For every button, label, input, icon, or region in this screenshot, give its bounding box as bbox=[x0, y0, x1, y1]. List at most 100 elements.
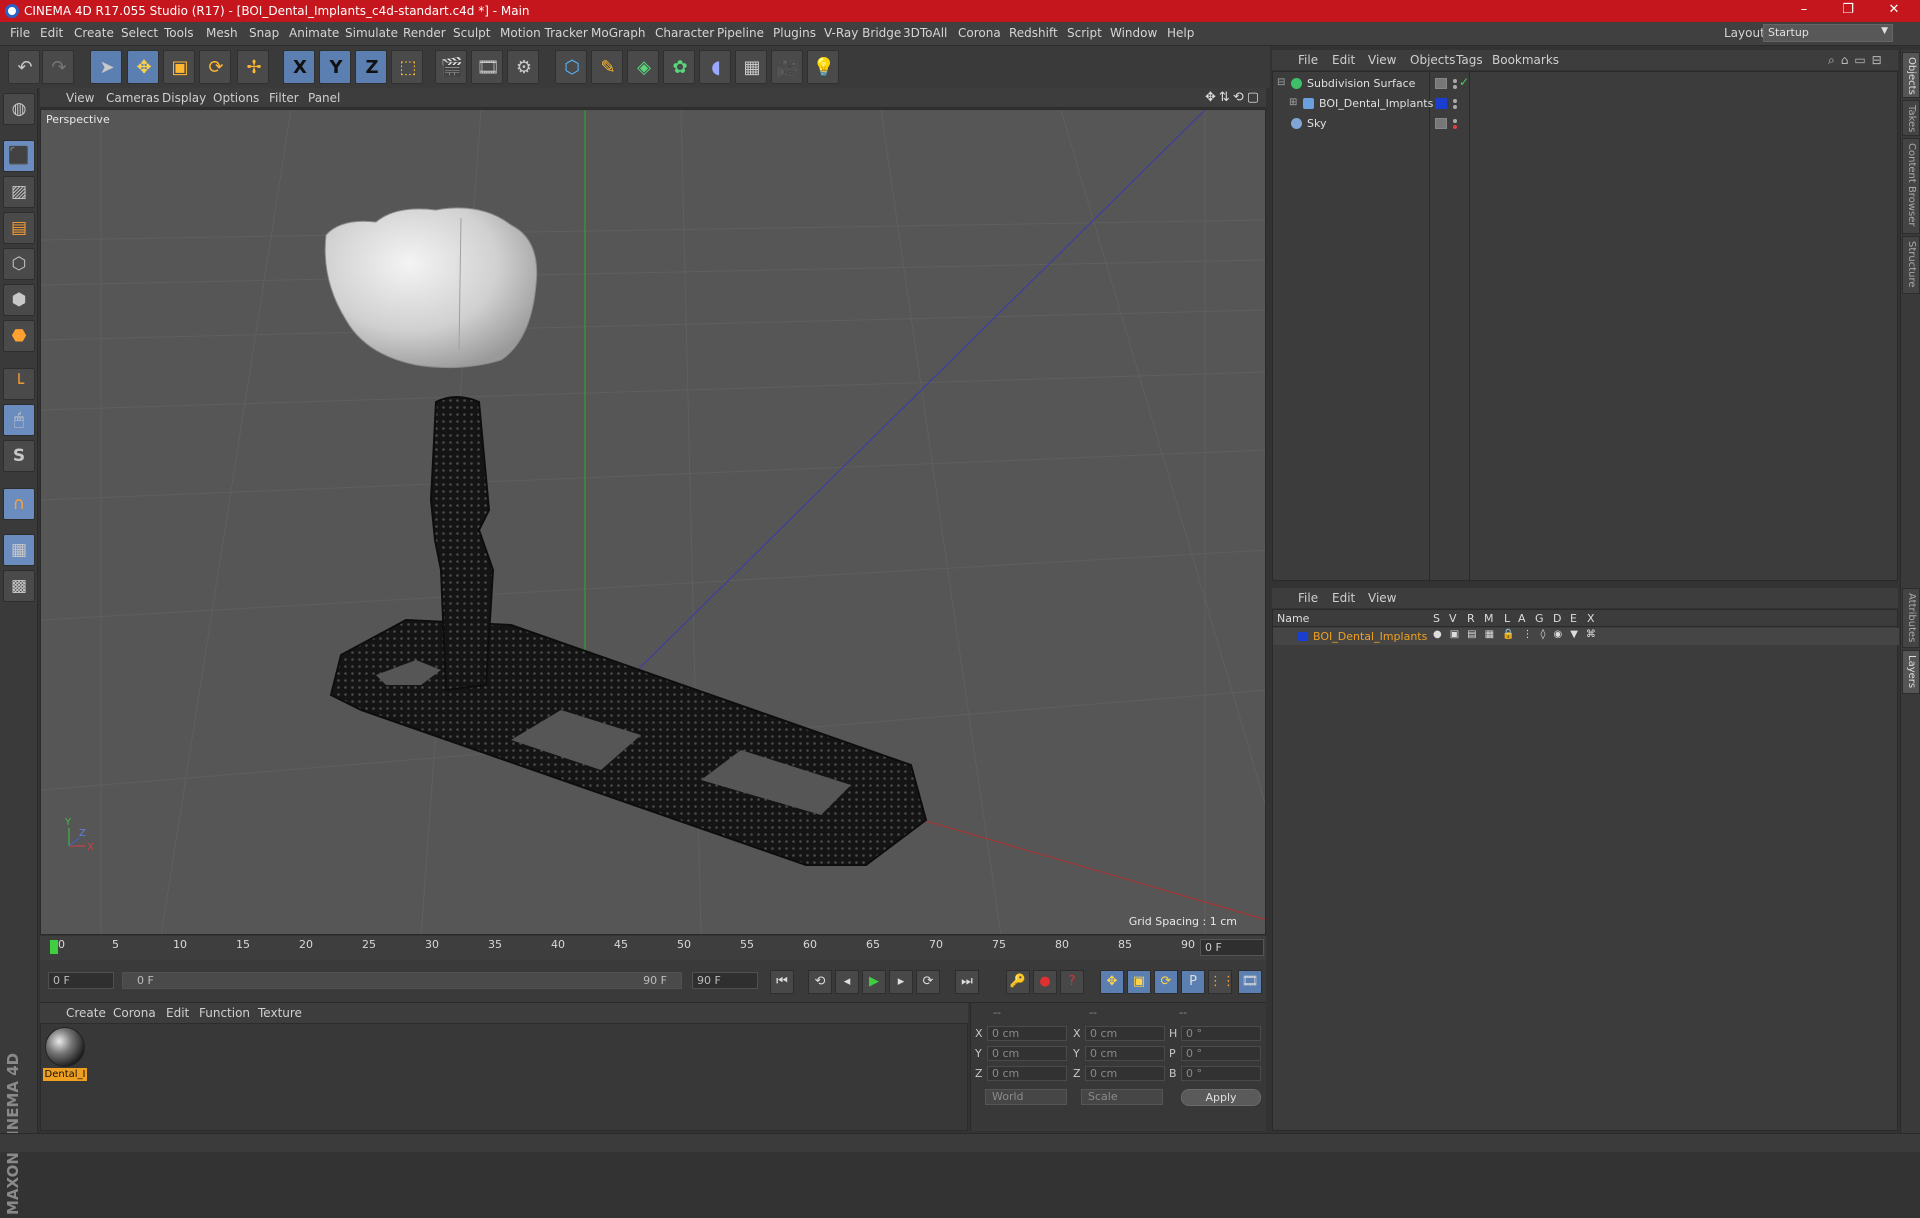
end-frame-field[interactable]: 90 F bbox=[692, 972, 758, 989]
viewport-navigation-icons[interactable]: ✥⇅⟲▢ bbox=[1205, 90, 1262, 105]
material-swatch[interactable]: Dental_I bbox=[41, 1024, 91, 1084]
play-button[interactable]: ▶ bbox=[862, 970, 886, 994]
menu-vray-bridge[interactable]: V-Ray Bridge bbox=[824, 26, 901, 40]
edges-mode-button[interactable]: ⬢ bbox=[3, 284, 35, 316]
coordinate-mode-dropdown[interactable]: World bbox=[985, 1089, 1067, 1105]
expand-icon[interactable]: ⊞ bbox=[1289, 97, 1297, 108]
polygons-mode-button[interactable]: ⬣ bbox=[3, 320, 35, 352]
size-y-field[interactable]: 0 cm bbox=[1085, 1046, 1165, 1061]
menu-simulate[interactable]: Simulate bbox=[345, 26, 398, 40]
planar-workplane-button[interactable]: ▩ bbox=[3, 570, 35, 602]
object-row[interactable]: ⊟ Subdivision Surface ✓ bbox=[1273, 74, 1899, 93]
move-tool-button[interactable]: ✥ bbox=[127, 50, 159, 84]
object-row[interactable]: Sky bbox=[1273, 114, 1899, 133]
frame-range-slider[interactable]: 0 F 90 F bbox=[122, 972, 682, 989]
menu-edit[interactable]: Edit bbox=[40, 26, 63, 40]
material-menu-create[interactable]: Create bbox=[66, 1006, 106, 1020]
viewport-menu-view[interactable]: View bbox=[66, 91, 94, 105]
autokey-button[interactable]: ● bbox=[1033, 970, 1057, 994]
render-view-button[interactable]: 🎬 bbox=[435, 50, 467, 84]
position-y-field[interactable]: 0 cm bbox=[987, 1046, 1067, 1061]
viewport-menu-panel[interactable]: Panel bbox=[308, 91, 340, 105]
transform-mode-dropdown[interactable]: Scale bbox=[1081, 1089, 1163, 1105]
timeline-ruler[interactable]: 0 5 10 15 20 25 30 35 40 45 50 55 60 65 … bbox=[40, 936, 1266, 960]
menu-snap[interactable]: Snap bbox=[249, 26, 279, 40]
menu-redshift[interactable]: Redshift bbox=[1009, 26, 1058, 40]
visibility-tag[interactable] bbox=[1435, 78, 1447, 89]
object-menu-view[interactable]: View bbox=[1368, 53, 1396, 67]
tab-objects[interactable]: Objects bbox=[1902, 52, 1920, 98]
menu-window[interactable]: Window bbox=[1110, 26, 1157, 40]
viewport-menu-options[interactable]: Options bbox=[213, 91, 259, 105]
menu-mograph[interactable]: MoGraph bbox=[591, 26, 646, 40]
keyframe-selection-button[interactable]: ? bbox=[1060, 970, 1084, 994]
collapse-icon[interactable]: ⊟ bbox=[1277, 77, 1285, 88]
tab-attributes[interactable]: Attributes bbox=[1902, 588, 1920, 648]
scale-tool-button[interactable]: ▣ bbox=[163, 50, 195, 84]
go-to-end-button[interactable]: ⏭ bbox=[955, 970, 979, 994]
key-scale-button[interactable]: ▣ bbox=[1127, 970, 1151, 994]
previous-frame-button[interactable]: ◂ bbox=[835, 970, 859, 994]
add-light-button[interactable]: 💡 bbox=[807, 50, 839, 84]
menu-sculpt[interactable]: Sculpt bbox=[453, 26, 490, 40]
solo-mode-button[interactable]: S bbox=[3, 440, 35, 472]
size-x-field[interactable]: 0 cm bbox=[1085, 1026, 1165, 1041]
locked-workplane-button[interactable]: ▦ bbox=[3, 534, 35, 566]
object-row[interactable]: ⊞ BOI_Dental_Implants bbox=[1273, 94, 1899, 113]
object-menu-edit[interactable]: Edit bbox=[1332, 53, 1355, 67]
tab-content-browser[interactable]: Content Browser bbox=[1902, 138, 1920, 234]
y-axis-button[interactable]: Y bbox=[319, 50, 351, 84]
position-x-field[interactable]: 0 cm bbox=[987, 1026, 1067, 1041]
menu-create[interactable]: Create bbox=[74, 26, 114, 40]
menu-corona[interactable]: Corona bbox=[958, 26, 1001, 40]
tweak-mode-button[interactable]: 🖱 bbox=[3, 404, 35, 436]
viewport-menu-cameras[interactable]: Cameras bbox=[106, 91, 159, 105]
add-cube-button[interactable]: ⬡ bbox=[555, 50, 587, 84]
menu-file[interactable]: File bbox=[10, 26, 30, 40]
menu-pipeline[interactable]: Pipeline bbox=[717, 26, 764, 40]
render-settings-button[interactable]: ⚙ bbox=[507, 50, 539, 84]
apply-button[interactable]: Apply bbox=[1181, 1089, 1261, 1106]
material-menu-texture[interactable]: Texture bbox=[258, 1006, 302, 1020]
material-menu-edit[interactable]: Edit bbox=[166, 1006, 189, 1020]
texture-mode-button[interactable]: ▨ bbox=[3, 176, 35, 208]
3d-viewport[interactable]: Y Z X Perspective Grid Spacing : 1 cm bbox=[40, 109, 1266, 935]
menu-plugins[interactable]: Plugins bbox=[773, 26, 816, 40]
viewport-menu-display[interactable]: Display bbox=[162, 91, 206, 105]
menu-mesh[interactable]: Mesh bbox=[206, 26, 238, 40]
add-array-button[interactable]: ✿ bbox=[663, 50, 695, 84]
next-frame-button[interactable]: ▸ bbox=[889, 970, 913, 994]
points-mode-button[interactable]: ⬡ bbox=[3, 248, 35, 280]
add-camera-button[interactable]: 🎥 bbox=[771, 50, 803, 84]
layer-color-swatch[interactable] bbox=[1297, 632, 1307, 641]
close-button[interactable]: ✕ bbox=[1874, 2, 1914, 20]
key-parameter-button[interactable]: P bbox=[1181, 970, 1205, 994]
menu-motion-tracker[interactable]: Motion Tracker bbox=[500, 26, 588, 40]
playhead-marker[interactable] bbox=[50, 940, 58, 954]
menu-help[interactable]: Help bbox=[1167, 26, 1194, 40]
layout-dropdown[interactable]: Startup ▼ bbox=[1763, 24, 1893, 42]
layer-toggles[interactable]: ●▣▤▦🔒⋮◊◉▼⌘ bbox=[1433, 629, 1604, 640]
rotation-p-field[interactable]: 0 ° bbox=[1181, 1046, 1261, 1061]
select-tool-button[interactable]: ➤ bbox=[90, 50, 122, 84]
viewport-menu-filter[interactable]: Filter bbox=[269, 91, 299, 105]
layer-row[interactable]: BOI_Dental_Implants ●▣▤▦🔒⋮◊◉▼⌘ bbox=[1273, 628, 1899, 645]
workplane-mode-button[interactable]: ▤ bbox=[3, 212, 35, 244]
layer-color-tag[interactable] bbox=[1435, 98, 1447, 109]
key-rotation-button[interactable]: ⟳ bbox=[1154, 970, 1178, 994]
previous-key-button[interactable]: ⟲ bbox=[808, 970, 832, 994]
object-menu-file[interactable]: File bbox=[1298, 53, 1318, 67]
x-axis-button[interactable]: X bbox=[283, 50, 315, 84]
coordinate-system-button[interactable]: ⬚ bbox=[391, 50, 423, 84]
current-frame-field[interactable]: 0 F bbox=[1200, 939, 1264, 956]
menu-character[interactable]: Character bbox=[655, 26, 714, 40]
add-floor-button[interactable]: ▦ bbox=[735, 50, 767, 84]
next-key-button[interactable]: ⟳ bbox=[916, 970, 940, 994]
menu-select[interactable]: Select bbox=[121, 26, 158, 40]
model-mode-button[interactable]: ⬛ bbox=[3, 140, 35, 172]
undo-button[interactable]: ↶ bbox=[8, 50, 40, 84]
tab-layers[interactable]: Layers bbox=[1902, 650, 1920, 694]
add-deformer-button[interactable]: ◖ bbox=[699, 50, 731, 84]
material-menu-corona[interactable]: Corona bbox=[113, 1006, 156, 1020]
add-spline-button[interactable]: ✎ bbox=[591, 50, 623, 84]
